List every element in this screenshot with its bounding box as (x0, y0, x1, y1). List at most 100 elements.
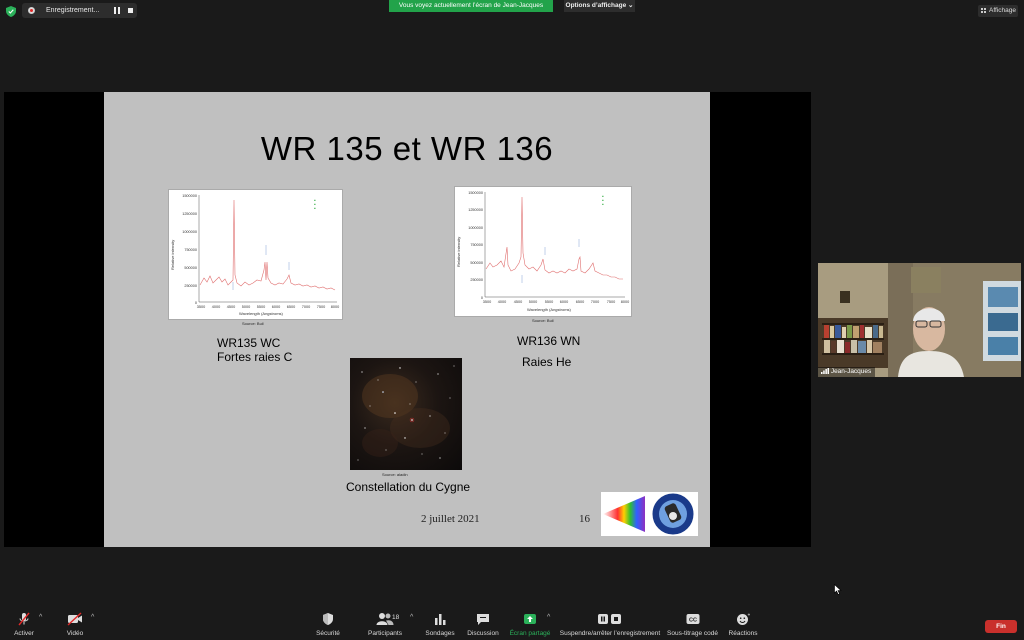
svg-text:CC: CC (689, 617, 697, 623)
participants-options-caret-icon[interactable]: ^ (410, 614, 413, 621)
mute-label: Activer (14, 630, 34, 637)
signal-strength-icon (821, 368, 829, 375)
x-tick: 3500 (483, 300, 491, 304)
view-label: Affichage (989, 7, 1016, 14)
slide-date: 2 juillet 2021 (421, 513, 480, 525)
video-options-caret-icon[interactable]: ^ (91, 614, 94, 621)
y-tick: 500000 (184, 266, 197, 270)
video-button[interactable]: Vidéo (60, 612, 90, 637)
legend-mark: ■ (314, 207, 316, 210)
y-tick: 750000 (470, 243, 483, 247)
slide-page-number: 16 (579, 513, 590, 525)
y-tick: 250000 (470, 278, 483, 282)
x-tick: 5500 (257, 305, 265, 309)
x-tick: 7500 (607, 300, 615, 304)
wr135-label: WR135 WC (217, 336, 281, 350)
wr136-label: WR136 WN (517, 334, 581, 348)
x-tick: 6500 (576, 300, 584, 304)
security-label: Sécurité (316, 630, 340, 637)
spectrum-ylabel: Relative intensity (170, 240, 175, 270)
right-spectrum-source: Source: Buil (532, 318, 554, 323)
polls-button[interactable]: Sondages (423, 612, 457, 637)
y-tick: 1500000 (182, 194, 197, 198)
club-astronomy-logo (601, 492, 698, 536)
x-tick: 5500 (545, 300, 553, 304)
share-screen-icon (524, 614, 536, 624)
shared-screen: WR 135 et WR 136 Relative intensity Wave… (4, 92, 811, 547)
svg-text:+: + (748, 613, 751, 619)
security-button[interactable]: Sécurité (312, 612, 344, 637)
pause-stop-icon (598, 614, 621, 624)
bar-chart-icon (435, 614, 446, 625)
recording-label: Enregistrement... (46, 7, 100, 14)
presentation-slide: WR 135 et WR 136 Relative intensity Wave… (104, 92, 710, 547)
audio-options-caret-icon[interactable]: ^ (39, 614, 42, 621)
end-meeting-button[interactable]: Fin (985, 620, 1017, 633)
chat-button[interactable]: Discussion (465, 612, 501, 637)
participant-name: Jean-Jacques (830, 368, 872, 375)
x-tick: 7000 (591, 300, 599, 304)
left-spectrum-source: Source: Buil (242, 321, 264, 326)
x-tick: 7000 (302, 305, 310, 309)
participants-count: 18 (392, 614, 400, 621)
closed-caption-icon: CC (686, 614, 699, 624)
x-tick: 4500 (514, 300, 522, 304)
pause-recording-icon[interactable] (114, 7, 120, 14)
y-tick: 1500000 (468, 191, 483, 195)
x-tick: 4000 (212, 305, 220, 309)
mute-button[interactable]: Activer (8, 612, 40, 637)
y-tick: 1250000 (182, 212, 197, 216)
cygnus-sky-image (350, 358, 462, 470)
reactions-label: Réactions (728, 630, 758, 637)
closed-caption-button[interactable]: CC Sous-titrage codé (665, 612, 720, 637)
shield-icon (323, 613, 333, 625)
view-options-button[interactable]: Options d’affichage ⌄ (564, 0, 635, 12)
view-button[interactable]: Affichage (978, 5, 1018, 17)
spectrum-xlabel: Wavelength (Angstroms) (527, 307, 572, 312)
x-tick: 8000 (621, 300, 629, 304)
y-tick: 750000 (184, 248, 197, 252)
x-tick: 6500 (287, 305, 295, 309)
x-tick: 5000 (242, 305, 250, 309)
recording-indicator: Enregistrement... (22, 3, 137, 18)
wr136-description: Raies He (522, 355, 572, 369)
legend-mark: ■ (602, 199, 604, 202)
sky-source: Source: aladin (382, 472, 408, 477)
closed-caption-label: Sous-titrage codé (667, 630, 718, 637)
wr135-spectrum-line (199, 199, 336, 291)
y-tick: 250000 (184, 284, 197, 288)
wr136-spectrum-image: Relative intensity Wavelength (Angstroms… (454, 186, 632, 317)
legend-mark: ■ (314, 203, 316, 206)
x-tick: 4000 (498, 300, 506, 304)
legend-mark: ■ (602, 195, 604, 198)
video-off-icon (67, 612, 82, 626)
pause-stop-recording-label: Suspendre/arrêter l’enregistrement (559, 630, 661, 637)
share-screen-button[interactable]: Écran partagé (509, 612, 551, 637)
chat-bubble-icon (477, 614, 489, 625)
participants-button[interactable]: Participants (364, 612, 406, 637)
spectrum-ylabel: Relative intensity (456, 237, 461, 267)
y-tick: 1250000 (468, 208, 483, 212)
wr135-spectrum-image: Relative intensity Wavelength (Angstroms… (168, 189, 343, 320)
x-tick: 3500 (197, 305, 205, 309)
slide-title: WR 135 et WR 136 (260, 130, 554, 167)
x-tick: 8000 (331, 305, 339, 309)
reactions-button[interactable]: + Réactions (726, 612, 760, 638)
x-tick: 4500 (227, 305, 235, 309)
muted-microphone-icon (18, 612, 30, 626)
spectrum-xlabel: Wavelength (Angstroms) (239, 311, 284, 316)
stop-recording-icon[interactable] (128, 8, 133, 13)
x-tick: 6000 (560, 300, 568, 304)
chat-label: Discussion (467, 630, 499, 637)
sky-caption: Constellation du Cygne (346, 480, 471, 494)
x-tick: 7500 (317, 305, 325, 309)
mouse-cursor-icon (834, 584, 842, 595)
legend-mark: ■ (314, 199, 316, 202)
wr135-description: Fortes raies C (217, 350, 293, 364)
participant-video[interactable] (818, 263, 1021, 377)
polls-label: Sondages (425, 630, 455, 637)
x-tick: 5000 (529, 300, 537, 304)
share-options-caret-icon[interactable]: ^ (547, 614, 550, 621)
y-tick: 500000 (470, 261, 483, 265)
pause-stop-recording-button[interactable]: Suspendre/arrêter l’enregistrement (559, 612, 661, 637)
